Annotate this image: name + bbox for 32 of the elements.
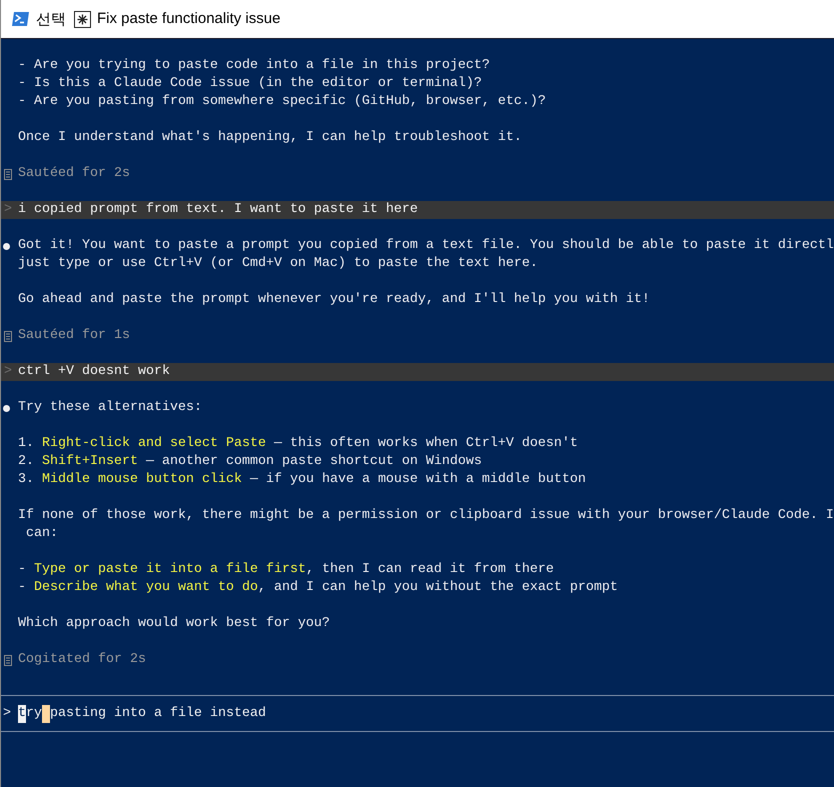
- message-line: - Are you pasting from somewhere specific (GitHub, browser, etc.)?: [18, 93, 546, 111]
- asterisk-icon: [74, 10, 91, 28]
- user-message-text: i copied prompt from text. I want to paste it here: [18, 201, 418, 219]
- message-line: - Is this a Claude Code issue (in the editor or terminal)?: [18, 75, 482, 93]
- message-line: - Are you trying to paste code into a file in this project?: [18, 57, 490, 75]
- message-line: can:: [26, 525, 58, 543]
- window-title: Fix paste functionality issue: [97, 8, 280, 29]
- message-line: - Describe what you want to do, and I can help you without the exact prompt: [18, 579, 618, 597]
- message-line: 3. Middle mouse button click — if you have a mouse with a middle button: [18, 471, 586, 489]
- user-message-text: ctrl +V doesnt work: [18, 363, 170, 381]
- message-line: Once I understand what's happening, I can help troubleshoot it.: [18, 129, 522, 147]
- mode-label: 선택: [36, 8, 66, 30]
- prompt-marker: >: [2, 704, 12, 722]
- message-line: Try these alternatives:: [18, 399, 202, 417]
- status-text: Sautéed for 2s: [18, 165, 130, 183]
- message-line: Which approach would work best for you?: [18, 615, 330, 633]
- message-line: Go ahead and paste the prompt whenever you're ready, and I'll help you with it!: [18, 291, 650, 309]
- status-text: Sautéed for 1s: [18, 327, 130, 345]
- prompt-marker: >: [3, 363, 13, 381]
- status-icon: [4, 330, 12, 342]
- message-line: just type or use Ctrl+V (or Cmd+V on Mac) to paste the text here.: [18, 255, 538, 273]
- message-line: If none of those work, there might be a permission or clipboard issue with your browser/Claude Code. I: [18, 507, 834, 525]
- prompt-marker: >: [3, 201, 13, 219]
- message-line: Got it! You want to paste a prompt you copied from a text file. You should be able to paste it directl: [18, 237, 834, 255]
- status-icon: [4, 168, 12, 180]
- message-line: - Type or paste it into a file first, then I can read it from there: [18, 561, 554, 579]
- input-field[interactable]: > try pasting into a file instead: [1, 695, 834, 732]
- message-line: 2. Shift+Insert — another common paste shortcut on Windows: [18, 453, 482, 471]
- message-line: 1. Right-click and select Paste — this often works when Ctrl+V doesn't: [18, 435, 578, 453]
- status-text: Cogitated for 2s: [18, 651, 146, 669]
- terminal-app-icon: [11, 11, 30, 27]
- status-icon: [4, 654, 12, 666]
